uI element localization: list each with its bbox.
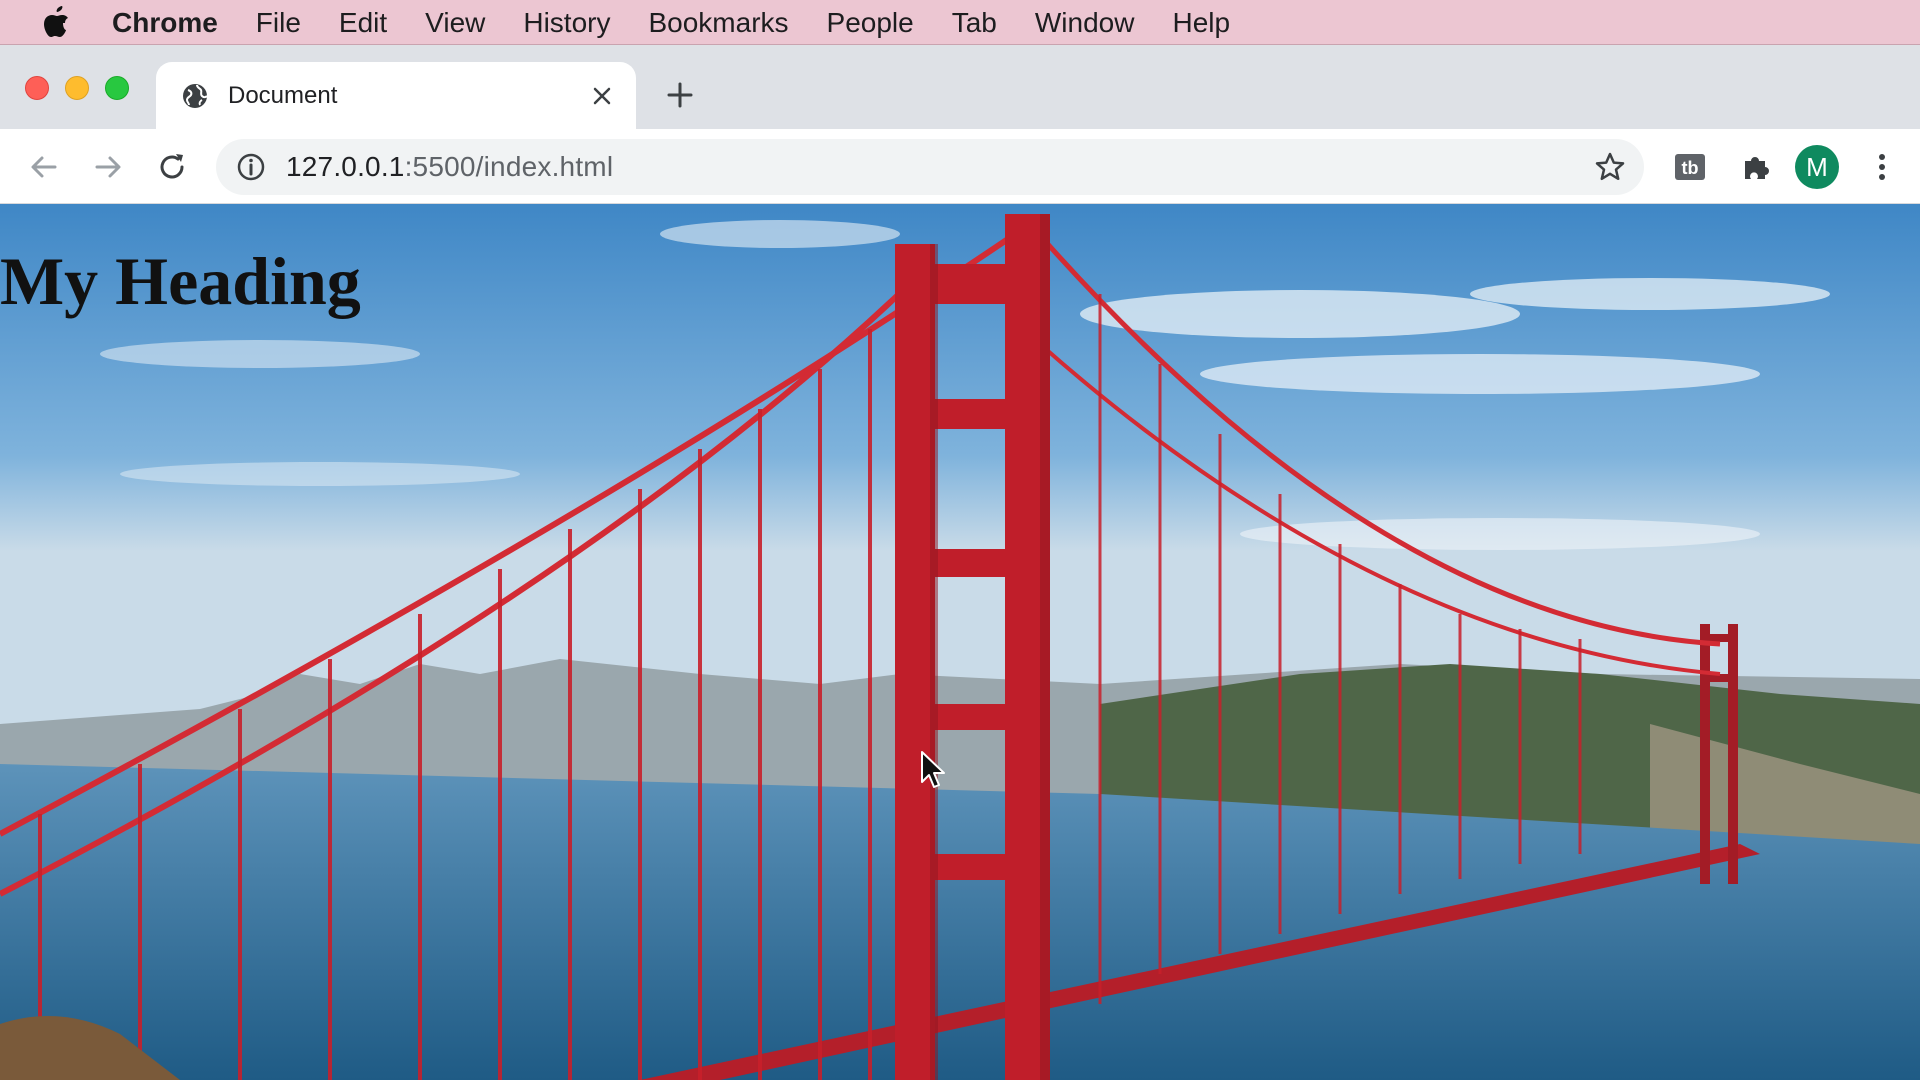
page-viewport: My Heading	[0, 204, 1920, 1080]
reload-icon[interactable]	[152, 147, 192, 187]
plus-icon[interactable]	[662, 77, 698, 113]
puzzle-icon[interactable]	[1735, 147, 1775, 187]
mouse-cursor-icon	[920, 750, 946, 790]
window-close-button[interactable]	[25, 76, 49, 100]
menu-view[interactable]: View	[425, 0, 485, 45]
menu-window[interactable]: Window	[1035, 0, 1135, 45]
menu-tab[interactable]: Tab	[952, 0, 997, 45]
menu-people[interactable]: People	[827, 0, 914, 45]
window-maximize-button[interactable]	[105, 76, 129, 100]
menu-bookmarks[interactable]: Bookmarks	[648, 0, 788, 45]
menu-edit[interactable]: Edit	[339, 0, 387, 45]
forward-arrow-icon[interactable]	[88, 147, 128, 187]
menu-history[interactable]: History	[523, 0, 610, 45]
address-bar[interactable]: 127.0.0.1:5500/index.html	[216, 139, 1644, 195]
close-icon[interactable]	[580, 74, 624, 118]
back-arrow-icon[interactable]	[24, 147, 64, 187]
browser-toolbar: 127.0.0.1:5500/index.html tb M	[0, 129, 1920, 204]
profile-avatar[interactable]: M	[1795, 145, 1839, 189]
tab-document[interactable]: Document	[156, 62, 636, 129]
info-icon[interactable]	[236, 152, 266, 182]
url-path: :5500/index.html	[404, 151, 614, 182]
page-heading: My Heading	[0, 243, 361, 319]
golden-gate-bridge-image	[0, 204, 1920, 1080]
kebab-menu-icon[interactable]	[1862, 147, 1902, 187]
window-minimize-button[interactable]	[65, 76, 89, 100]
menu-help[interactable]: Help	[1172, 0, 1230, 45]
tab-title: Document	[228, 81, 338, 109]
menu-chrome[interactable]: Chrome	[112, 0, 218, 45]
url-host: 127.0.0.1	[286, 151, 405, 182]
tab-strip: Document	[0, 45, 1920, 129]
apple-icon[interactable]	[40, 6, 72, 38]
menu-file[interactable]: File	[256, 0, 301, 45]
menu-bar: Chrome File Edit View History Bookmarks …	[0, 0, 1920, 45]
tab-extension-icon[interactable]: tb	[1670, 147, 1710, 187]
url-text[interactable]: 127.0.0.1:5500/index.html	[286, 151, 613, 183]
star-icon[interactable]	[1594, 151, 1626, 183]
globe-icon	[180, 81, 210, 111]
svg-text:tb: tb	[1682, 158, 1699, 178]
